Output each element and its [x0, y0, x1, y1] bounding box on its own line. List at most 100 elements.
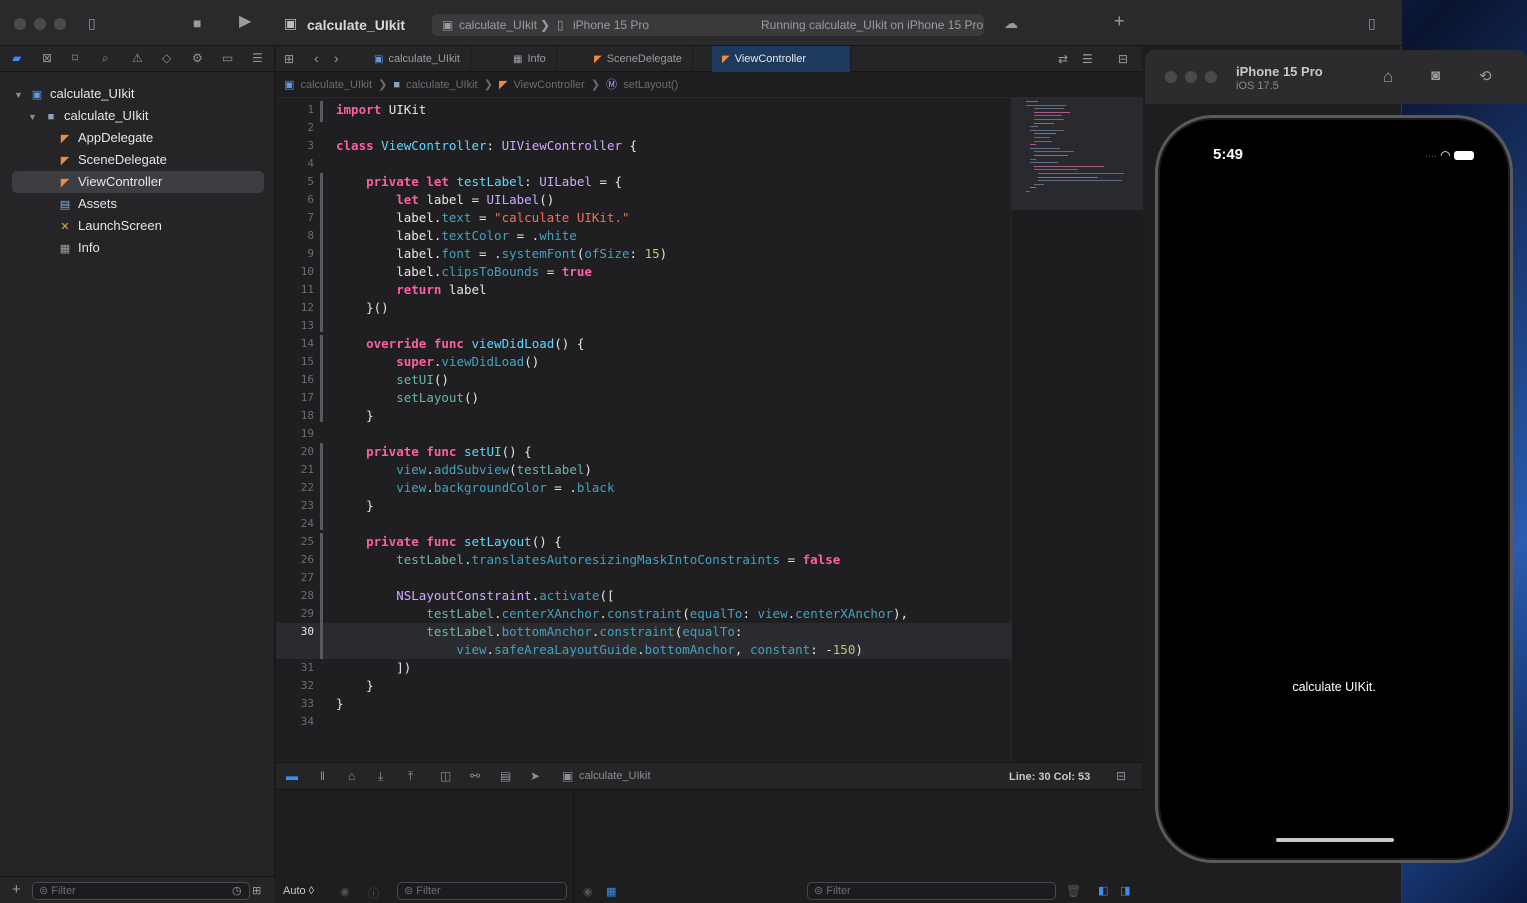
source-control-filter-icon[interactable]: ⊞	[252, 883, 261, 899]
tree-item-group[interactable]: ▼ ■ calculate_UIkit	[28, 105, 149, 127]
close-window-button[interactable]	[14, 18, 26, 30]
line-number[interactable]: 26	[276, 551, 314, 569]
add-file-icon[interactable]: +	[12, 882, 21, 898]
minimap-visible-region[interactable]	[1012, 98, 1143, 210]
scheme-name[interactable]: calculate_UIkit	[459, 18, 537, 32]
tree-item-assets[interactable]: ▤ Assets	[58, 193, 117, 215]
split-right-icon[interactable]: ◨	[1120, 884, 1130, 897]
tree-item-scenedelegate[interactable]: ◤ SceneDelegate	[58, 149, 167, 171]
tab-info[interactable]: ▦ Info	[503, 46, 557, 72]
line-number[interactable]: 3	[276, 137, 314, 155]
eye-icon[interactable]: ◉	[340, 885, 350, 898]
line-number[interactable]: 5	[276, 173, 314, 191]
line-number[interactable]: 4	[276, 155, 314, 173]
home-indicator[interactable]	[1276, 838, 1394, 842]
trash-icon[interactable]: 🗑	[1066, 884, 1081, 898]
line-number[interactable]: 15	[276, 353, 314, 371]
navigator-filter-input[interactable]: ⊜ Filter	[32, 882, 250, 900]
forward-icon[interactable]: ›	[334, 50, 339, 66]
step-into-icon[interactable]: ⤓	[378, 769, 383, 784]
search-icon[interactable]: ⌕	[102, 51, 109, 66]
line-number[interactable]: 17	[276, 389, 314, 407]
step-over-icon[interactable]: ⌂	[348, 769, 355, 783]
line-number[interactable]: 2	[276, 119, 314, 137]
line-number[interactable]: 7	[276, 209, 314, 227]
inspector-toggle-icon[interactable]: ▯	[1368, 15, 1376, 31]
line-number[interactable]: 21	[276, 461, 314, 479]
environment-icon[interactable]: ▤	[500, 769, 511, 783]
tree-item-info[interactable]: ▦ Info	[58, 237, 100, 259]
info-icon[interactable]: ⓘ	[368, 885, 379, 901]
report-icon[interactable]: ☰	[252, 51, 263, 65]
warning-icon[interactable]: ⚠	[132, 51, 143, 65]
tree-item-launchscreen[interactable]: ✕ LaunchScreen	[58, 215, 161, 237]
line-number[interactable]: 19	[276, 425, 314, 443]
bookmark-icon[interactable]: ⌑	[72, 51, 78, 65]
line-number[interactable]: 13	[276, 317, 314, 335]
scheme-activity-bar[interactable]: ▣ calculate_UIkit ❯ ▯ iPhone 15 Pro Runn…	[432, 14, 984, 36]
tree-item-appdelegate[interactable]: ◤ AppDelegate	[58, 127, 153, 149]
breadcrumb-group[interactable]: calculate_UIkit	[406, 79, 478, 91]
code-editor[interactable]: 1 2 3 4 5 6 7 8 9 10 11 12 13 14 15 16 17 18 19 20 21 22 23 24 2…	[276, 98, 1011, 762]
test-icon[interactable]: ◇	[162, 51, 171, 65]
line-number[interactable]: 12	[276, 299, 314, 317]
zoom-window-button[interactable]	[54, 18, 66, 30]
grid-icon[interactable]: ⊞	[284, 51, 294, 67]
line-number[interactable]: 23	[276, 497, 314, 515]
line-number[interactable]: 14	[276, 335, 314, 353]
folder-icon[interactable]: ▰	[12, 51, 21, 65]
line-number[interactable]: 24	[276, 515, 314, 533]
tab-viewcontroller[interactable]: ◤ ViewController	[712, 46, 851, 72]
add-icon[interactable]: +	[1114, 12, 1125, 30]
line-number[interactable]: 33	[276, 695, 314, 713]
step-out-icon[interactable]: ⤒	[408, 769, 413, 784]
zoom-window-button[interactable]	[1205, 71, 1217, 83]
tree-item-project[interactable]: ▼ ▣ calculate_UIkit	[14, 83, 135, 105]
variables-filter-input[interactable]: ⊜ Filter	[397, 882, 567, 900]
line-number[interactable]: 6	[276, 191, 314, 209]
line-number[interactable]: 32	[276, 677, 314, 695]
recent-files-icon[interactable]: ◷	[232, 883, 242, 899]
source-control-icon[interactable]: ⊠	[42, 51, 52, 65]
line-number[interactable]: 18	[276, 407, 314, 425]
view-hierarchy-icon[interactable]: ◫	[440, 769, 451, 783]
close-window-button[interactable]	[1165, 71, 1177, 83]
line-number[interactable]: 28	[276, 587, 314, 605]
rotate-icon[interactable]: ⟲	[1479, 67, 1492, 85]
line-number[interactable]: 34	[276, 713, 314, 731]
chevron-down-icon[interactable]: ▼	[14, 84, 26, 106]
line-number[interactable]: 22	[276, 479, 314, 497]
line-number[interactable]: 25	[276, 533, 314, 551]
line-number[interactable]: 29	[276, 605, 314, 623]
tab-scenedelegate[interactable]: ◤ SceneDelegate	[584, 46, 693, 72]
memory-graph-icon[interactable]: ⚯	[470, 769, 480, 783]
line-number[interactable]: 20	[276, 443, 314, 461]
breadcrumb-symbol[interactable]: setLayout()	[623, 79, 678, 91]
screenshot-icon[interactable]: ◙	[1431, 67, 1440, 84]
breakpoint-icon[interactable]: ▭	[222, 51, 233, 65]
location-icon[interactable]: ➤	[530, 769, 540, 783]
home-icon[interactable]: ⌂	[1383, 67, 1393, 87]
minimize-window-button[interactable]	[1185, 71, 1197, 83]
minimap[interactable]	[1011, 98, 1143, 762]
related-items-icon[interactable]: ⇄	[1058, 51, 1068, 67]
stop-icon[interactable]: ■	[193, 15, 201, 31]
console-filter-input[interactable]: ⊜ Filter	[807, 882, 1056, 900]
console-settings-icon[interactable]: ▦	[606, 885, 616, 898]
run-destination[interactable]: iPhone 15 Pro	[573, 18, 649, 32]
chevron-down-icon[interactable]: ▼	[28, 106, 40, 128]
editor-options-icon[interactable]: ☰	[1082, 51, 1093, 67]
breadcrumb-project[interactable]: calculate_UIkit	[300, 79, 372, 91]
line-number[interactable]: 31	[276, 659, 314, 677]
eye-icon[interactable]: ◉	[583, 885, 593, 898]
breadcrumb-file[interactable]: ViewController	[514, 79, 585, 91]
line-number[interactable]: 10	[276, 263, 314, 281]
run-icon[interactable]: ▶	[239, 14, 251, 30]
sidebar-toggle-icon[interactable]: ▯	[88, 15, 96, 31]
variables-view[interactable]: Auto ◊ ◉ ⓘ ⊜ Filter	[276, 790, 574, 903]
pause-icon[interactable]: ‖	[320, 769, 325, 783]
line-number[interactable]: 11	[276, 281, 314, 299]
line-number[interactable]: 9	[276, 245, 314, 263]
line-number[interactable]: 27	[276, 569, 314, 587]
console-view[interactable]: ◉ ▦ ⊜ Filter 🗑 ◧ ◨	[575, 790, 1142, 903]
